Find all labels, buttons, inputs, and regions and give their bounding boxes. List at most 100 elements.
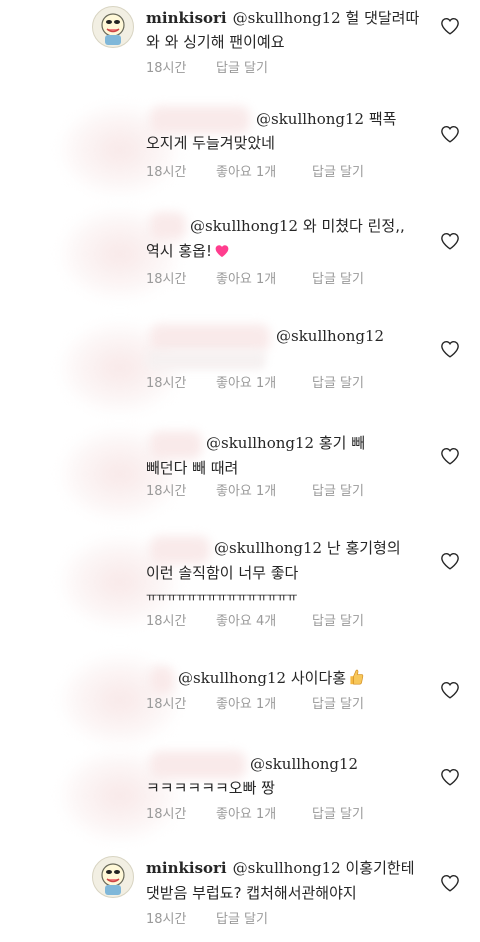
comment-body-line2: 빼던다 빼 때려 xyxy=(146,459,239,477)
comment-body-line1: 헐 댓달려따 xyxy=(345,9,420,27)
comment-meta: 18시간 좋아요 4개 답글 달기 xyxy=(146,613,436,631)
comment-item: @skullhong12 홍기 빼 빼던다 빼 때려 18시간 좋아요 1개 답… xyxy=(0,424,480,528)
comment-body-line1: 이홍기한테 xyxy=(345,859,415,877)
reply-button[interactable]: 답글 달기 xyxy=(312,613,364,631)
cartoon-avatar-icon[interactable] xyxy=(92,856,134,898)
reply-button[interactable]: 답글 달기 xyxy=(312,375,364,393)
blurred-username xyxy=(150,751,246,779)
reply-button[interactable]: 답글 달기 xyxy=(312,483,364,501)
comment-time: 18시간 xyxy=(146,807,187,822)
comment-username[interactable]: minkisori xyxy=(146,859,227,877)
likes-count[interactable]: 좋아요 1개 xyxy=(216,164,276,182)
likes-count[interactable]: 좋아요 1개 xyxy=(216,483,276,501)
comment-mention[interactable]: @skullhong12 xyxy=(233,9,341,27)
comment-body-line1: 사이다홍 xyxy=(290,669,347,687)
comment-mention[interactable]: @skullhong12 xyxy=(233,859,341,877)
heart-outline-icon[interactable] xyxy=(440,232,460,250)
comment-time: 18시간 xyxy=(146,61,187,76)
pink-heart-emoji xyxy=(215,245,229,258)
comment-mention[interactable]: @skullhong12 xyxy=(256,110,364,128)
comment-time: 18시간 xyxy=(146,376,187,391)
comment-body-line2: ㅋㅋㅋㅋㅋㅋ오빠 짱 xyxy=(146,779,275,797)
reply-button[interactable]: 답글 달기 xyxy=(216,60,268,78)
heart-outline-icon[interactable] xyxy=(440,447,460,465)
comment-time: 18시간 xyxy=(146,912,187,927)
comment-time: 18시간 xyxy=(146,165,187,180)
blurred-username xyxy=(150,324,270,352)
comment-item: @skullhong12 팩폭 오지게 두늘겨맞았네 18시간 좋아요 1개 답… xyxy=(0,96,480,206)
comment-body-line2: 오지게 두늘겨맞았네 xyxy=(146,134,275,152)
comment-item: @skullhong12 와 미쳤다 린정,, 역시 홍옵! 18시간 좋아요 … xyxy=(0,206,480,314)
comment-meta: 18시간 좋아요 1개 답글 달기 xyxy=(146,375,436,393)
comment-mention[interactable]: @skullhong12 xyxy=(250,755,358,773)
comment-time: 18시간 xyxy=(146,484,187,499)
comment-item: minkisori @skullhong12 헐 댓달려따 와 와 싱기해 팬이예… xyxy=(0,0,480,100)
comment-body-line2: 댓받음 부럽됴? 캡처해서관해야지 xyxy=(146,884,357,902)
comment-body-line2: 와 와 싱기해 팬이예요 xyxy=(146,33,285,51)
reply-button[interactable]: 답글 달기 xyxy=(312,271,364,289)
comment-meta: 18시간 좋아요 1개 답글 달기 xyxy=(146,806,436,824)
comment-text: @skullhong12 xyxy=(276,325,384,347)
comment-time: 18시간 xyxy=(146,697,187,712)
comment-body-line2: 역시 홍옵! xyxy=(146,242,212,260)
comment-mention[interactable]: @skullhong12 xyxy=(276,327,384,345)
likes-count[interactable]: 좋아요 1개 xyxy=(216,806,276,824)
comment-text: @skullhong12 와 미쳤다 린정,, xyxy=(190,215,405,237)
comment-text: @skullhong12 xyxy=(250,753,358,775)
comment-item: minkisori @skullhong12 이홍기한테 댓받음 부럽됴? 캡처해… xyxy=(0,852,480,942)
comment-text: @skullhong12 팩폭 xyxy=(256,108,396,130)
comment-item: @skullhong12 18시간 좋아요 1개 답글 달기 xyxy=(0,316,480,422)
cartoon-avatar-icon[interactable] xyxy=(92,6,134,48)
heart-outline-icon[interactable] xyxy=(440,552,460,570)
comment-item: @skullhong12 사이다홍 18시간 좋아요 1개 답글 달기 xyxy=(0,654,480,746)
likes-count[interactable]: 좋아요 1개 xyxy=(216,696,276,714)
comment-body-line1: 난 홍기형의 xyxy=(326,539,401,557)
heart-outline-icon[interactable] xyxy=(440,874,460,892)
comment-item: @skullhong12 난 홍기형의 이런 솔직함이 너무 좋다 ㅠㅠㅠㅠㅠㅠ… xyxy=(0,530,480,658)
blurred-comment-text xyxy=(146,350,266,370)
comment-body-line1: 와 미쳤다 린정,, xyxy=(302,217,405,235)
comment-body-line2: 이런 솔직함이 너무 좋다 xyxy=(146,564,299,582)
blurred-username xyxy=(150,536,210,564)
heart-outline-icon[interactable] xyxy=(440,125,460,143)
likes-count[interactable]: 좋아요 1개 xyxy=(216,375,276,393)
comment-meta: 18시간 좋아요 1개 답글 달기 xyxy=(146,696,436,714)
reply-button[interactable]: 답글 달기 xyxy=(312,164,364,182)
comment-text: minkisori @skullhong12 이홍기한테 xyxy=(146,857,415,879)
heart-outline-icon[interactable] xyxy=(440,768,460,786)
comment-time: 18시간 xyxy=(146,272,187,287)
comment-text: @skullhong12 사이다홍 xyxy=(178,667,364,689)
comment-meta: 18시간 답글 달기 xyxy=(146,60,436,78)
heart-outline-icon[interactable] xyxy=(440,17,460,35)
comment-meta: 18시간 답글 달기 xyxy=(146,911,436,929)
blurred-username xyxy=(150,106,250,134)
comment-text: @skullhong12 홍기 빼 xyxy=(206,432,365,454)
comment-item: @skullhong12 ㅋㅋㅋㅋㅋㅋ오빠 짱 18시간 좋아요 1개 답글 달… xyxy=(0,746,480,846)
comment-mention[interactable]: @skullhong12 xyxy=(190,217,298,235)
blurred-username xyxy=(150,212,186,240)
likes-count[interactable]: 좋아요 1개 xyxy=(216,271,276,289)
reply-button[interactable]: 답글 달기 xyxy=(312,696,364,714)
comment-body-line3: ㅠㅠㅠㅠㅠㅠㅠㅠㅠㅠㅠㅠㅠㅠㅠ xyxy=(146,590,298,604)
comment-username[interactable]: minkisori xyxy=(146,9,227,27)
comment-mention[interactable]: @skullhong12 xyxy=(178,669,286,687)
comment-body-line2-wrap: 역시 홍옵! xyxy=(146,240,230,262)
comment-list: minkisori @skullhong12 헐 댓달려따 와 와 싱기해 팬이예… xyxy=(0,0,480,942)
comment-text: minkisori @skullhong12 헐 댓달려따 xyxy=(146,7,419,29)
heart-outline-icon[interactable] xyxy=(440,681,460,699)
reply-button[interactable]: 답글 달기 xyxy=(312,806,364,824)
blurred-username xyxy=(150,666,174,694)
comment-body-line1: 팩폭 xyxy=(368,110,397,128)
thumbs-up-emoji xyxy=(350,669,364,685)
likes-count[interactable]: 좋아요 4개 xyxy=(216,613,276,631)
blurred-username xyxy=(150,431,202,459)
heart-outline-icon[interactable] xyxy=(440,340,460,358)
comment-mention[interactable]: @skullhong12 xyxy=(214,539,322,557)
comment-meta: 18시간 좋아요 1개 답글 달기 xyxy=(146,164,436,182)
comment-body-line1: 홍기 빼 xyxy=(318,434,366,452)
comment-meta: 18시간 좋아요 1개 답글 달기 xyxy=(146,483,436,501)
comment-mention[interactable]: @skullhong12 xyxy=(206,434,314,452)
reply-button[interactable]: 답글 달기 xyxy=(216,911,268,929)
comment-meta: 18시간 좋아요 1개 답글 달기 xyxy=(146,271,436,289)
comment-time: 18시간 xyxy=(146,614,187,629)
